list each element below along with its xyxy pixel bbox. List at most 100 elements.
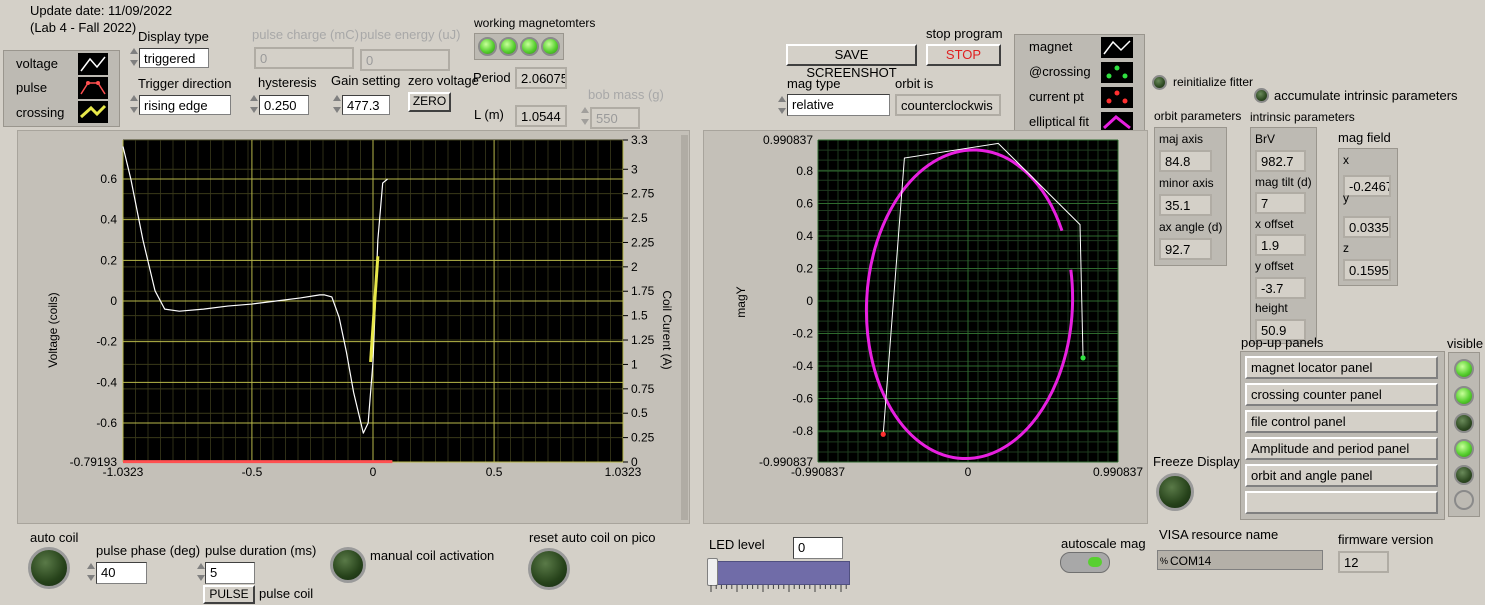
current-point-icon[interactable] (1101, 87, 1133, 108)
orbit-legend: magnet @crossing current pt elliptical f… (1014, 34, 1145, 134)
reset-auto-coil-button[interactable] (528, 548, 570, 590)
y2-tick-label: 2 (631, 260, 638, 274)
led-level-slider[interactable] (709, 561, 850, 585)
visible-led-3[interactable] (1454, 413, 1474, 433)
led-level-input[interactable]: 0 (793, 537, 843, 559)
y-offset-label: y offset (1255, 259, 1294, 273)
hysteresis-label: hysteresis (258, 75, 317, 90)
mag-tilt-label: mag tilt (d) (1255, 175, 1312, 189)
pulse-energy-value: 0 (360, 49, 450, 71)
pulse-charge-label: pulse charge (mC) (252, 27, 359, 42)
update-date: Update date: 11/09/2022 (30, 3, 173, 18)
pulse-button[interactable]: PULSE (203, 585, 255, 604)
y-tick-label: -0.4 (96, 375, 117, 389)
y-tick-label: 0 (110, 294, 117, 308)
gain-label: Gain setting (331, 73, 401, 88)
visible-led-4[interactable] (1454, 439, 1474, 459)
minor-axis-value: 35.1 (1159, 194, 1212, 216)
autoscale-mag-label: autoscale mag (1061, 536, 1146, 551)
y-tick-label: 0.4 (796, 229, 813, 243)
intrinsic-params-title: intrinsic parameters (1250, 110, 1355, 124)
popup-crossing-counter[interactable]: crossing counter panel (1245, 383, 1438, 406)
crossing-line-icon[interactable] (78, 101, 108, 123)
visible-label: visible (1447, 336, 1484, 351)
popup-panels-title: pop-up panels (1241, 335, 1324, 350)
y-tick-label: 0.2 (796, 262, 813, 276)
display-type-spinner[interactable] (129, 46, 138, 68)
hysteresis-input[interactable]: 0.250 (259, 95, 309, 115)
voltage-grid (122, 139, 624, 463)
pulse-energy-label: pulse energy (uJ) (360, 27, 461, 42)
legend-elliptical-fit: elliptical fit (1029, 114, 1089, 129)
length-value: 1.0544 (515, 105, 567, 127)
reinitialize-fitter-label: reinitialize fitter (1173, 75, 1254, 89)
manual-coil-button[interactable] (330, 547, 366, 583)
auto-coil-button[interactable] (28, 547, 70, 589)
popup-amplitude-period[interactable]: Amplitude and period panel (1245, 437, 1438, 460)
y-tick-label: 0.4 (100, 213, 117, 227)
magnetometer-led-2 (499, 37, 518, 56)
bob-mass-label: bob mass (g) (588, 87, 664, 102)
pulse-phase-input[interactable]: 40 (96, 562, 147, 584)
maj-axis-label: maj axis (1159, 132, 1204, 146)
y-tick-label: -0.6 (96, 416, 117, 430)
orbit-params-box: maj axis 84.8 minor axis 35.1 ax angle (… (1154, 127, 1227, 266)
magnetometer-led-4 (541, 37, 560, 56)
hysteresis-spinner[interactable] (249, 93, 258, 115)
led-level-slider-handle[interactable] (707, 558, 718, 586)
display-type-select[interactable]: triggered (139, 48, 209, 68)
stop-button[interactable]: STOP (926, 44, 1001, 66)
trigger-direction-select[interactable]: rising edge (139, 95, 231, 115)
gain-input[interactable]: 477.3 (342, 95, 390, 115)
intrinsic-params-box: BrV 982.7 mag tilt (d) 7 x offset 1.9 y … (1250, 127, 1317, 344)
stop-program-label: stop program (926, 26, 1003, 41)
zero-button[interactable]: ZERO (408, 92, 451, 112)
magnet-line-icon[interactable] (1101, 37, 1133, 58)
popup-empty[interactable] (1245, 491, 1438, 514)
accumulate-toggle[interactable] (1254, 88, 1269, 103)
autoscale-mag-toggle[interactable] (1060, 552, 1110, 573)
autoscale-on-indicator (1088, 557, 1102, 567)
visa-resource-field[interactable]: % COM14 (1157, 550, 1323, 570)
y-tick-label: 0.2 (100, 253, 117, 267)
led-level-label: LED level (709, 537, 765, 552)
plot-legend: voltage pulse crossing (3, 50, 120, 127)
mag-type-label: mag type (787, 76, 841, 91)
mag-type-spinner[interactable] (777, 94, 786, 116)
display-type-label: Display type (138, 29, 209, 44)
reinitialize-fitter-toggle[interactable] (1152, 75, 1167, 90)
voltage-line-icon[interactable] (78, 53, 108, 75)
voltage-ylabel: Voltage (coils) (46, 292, 60, 367)
bob-mass-input[interactable]: 550 (590, 107, 640, 129)
popup-magnet-locator[interactable]: magnet locator panel (1245, 356, 1438, 379)
trigger-direction-spinner[interactable] (129, 93, 138, 115)
pulse-coil-label: pulse coil (259, 586, 314, 601)
pulse-line-icon[interactable] (78, 77, 108, 99)
y2-tick-label: 1 (631, 357, 638, 371)
pulse-phase-label: pulse phase (deg) (96, 543, 201, 558)
gain-spinner[interactable] (332, 93, 341, 115)
visible-led-5[interactable] (1454, 465, 1474, 485)
left-chart-scrollbar[interactable] (681, 135, 688, 520)
pulse-phase-spinner[interactable] (86, 561, 95, 583)
save-screenshot-button[interactable]: SAVE SCREENSHOT (786, 44, 917, 80)
crossing-points-icon[interactable] (1101, 62, 1133, 83)
freeze-display-button[interactable] (1156, 473, 1194, 511)
visible-led-2[interactable] (1454, 386, 1474, 406)
pulse-duration-spinner[interactable] (196, 561, 205, 583)
visible-led-1[interactable] (1454, 359, 1474, 379)
mag-type-select[interactable]: relative (787, 94, 890, 116)
popup-file-control[interactable]: file control panel (1245, 410, 1438, 433)
y-tick-label: -0.990837 (759, 455, 813, 469)
visible-led-6[interactable] (1454, 490, 1474, 510)
popup-orbit-angle[interactable]: orbit and angle panel (1245, 464, 1438, 487)
period-label: Period (473, 70, 511, 85)
visa-value: COM14 (1170, 554, 1212, 568)
mag-y-label: y (1343, 191, 1349, 205)
mag-z-value: 0.15959 (1343, 259, 1391, 281)
maj-axis-value: 84.8 (1159, 150, 1212, 172)
pulse-duration-input[interactable]: 5 (205, 562, 255, 584)
ax-angle-label: ax angle (d) (1159, 220, 1223, 234)
auto-coil-label: auto coil (30, 530, 79, 545)
bob-mass-spinner[interactable] (580, 105, 589, 127)
